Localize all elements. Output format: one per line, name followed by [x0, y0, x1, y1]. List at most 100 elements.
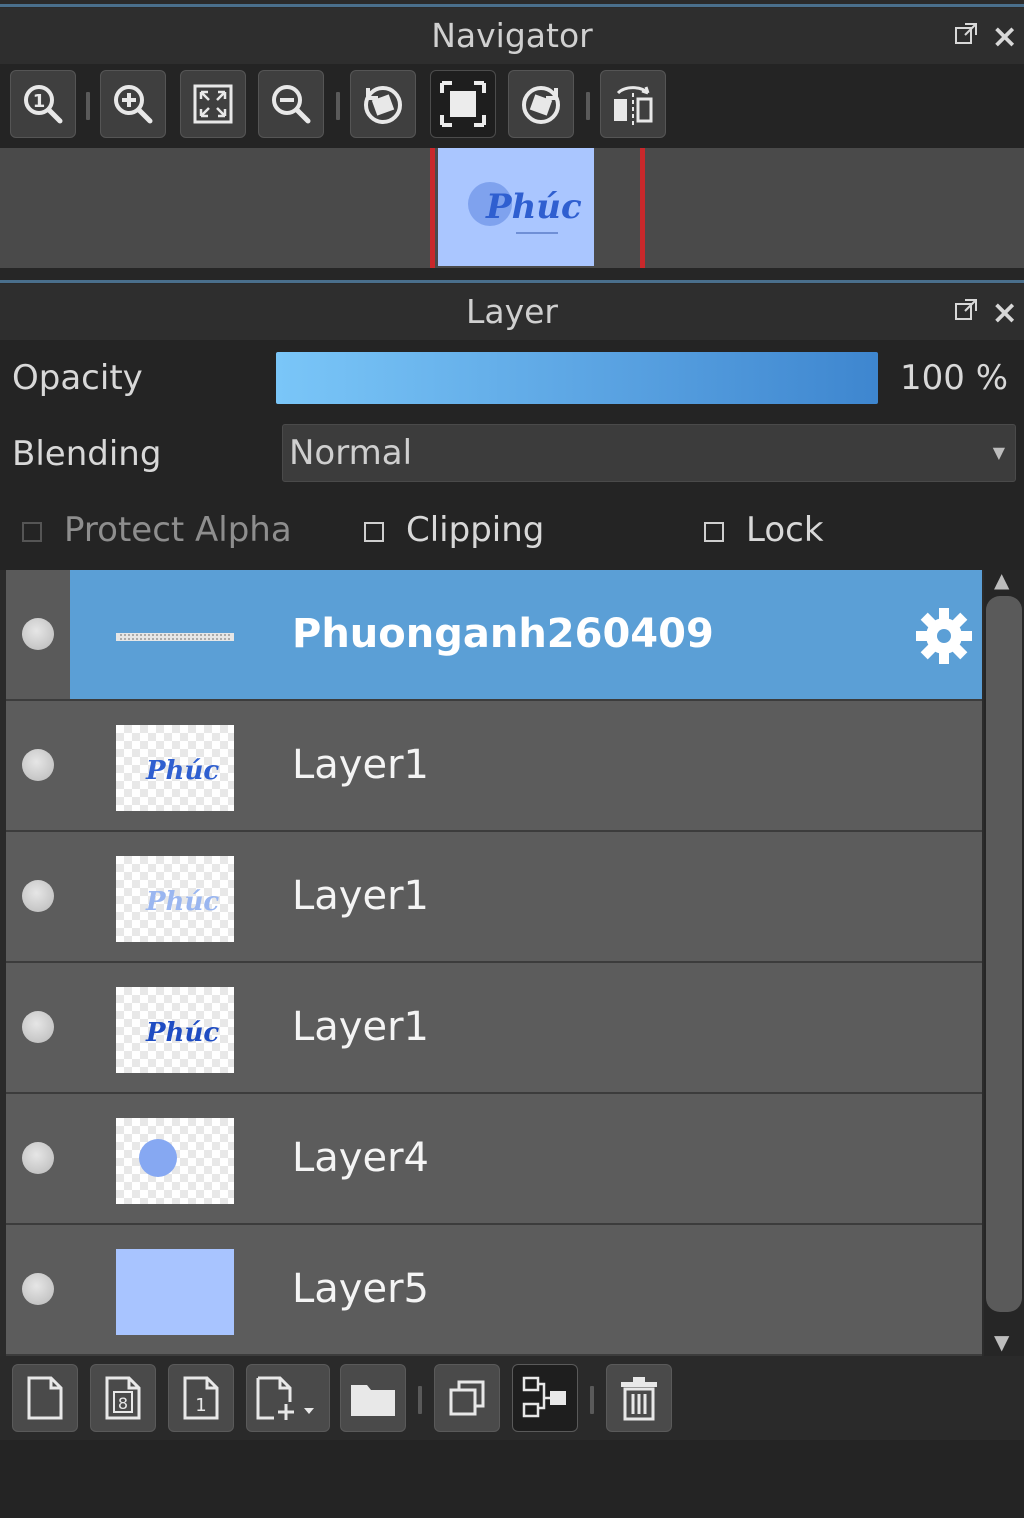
opacity-label: Opacity	[12, 358, 143, 398]
reset-rotation-button[interactable]	[430, 70, 496, 138]
clipping-label: Clipping	[406, 510, 545, 550]
layer-row[interactable]: Layer5	[6, 1225, 982, 1356]
svg-text:Phúc: Phúc	[485, 187, 582, 227]
svg-text:1: 1	[195, 1395, 206, 1416]
layer-thumbnail	[116, 1118, 234, 1204]
layer-row[interactable]: Phúc Layer1	[6, 963, 982, 1094]
layer-name: Layer1	[292, 742, 429, 788]
blending-value: Normal	[289, 433, 413, 473]
toolbar-separator	[586, 92, 590, 120]
protect-alpha-checkbox[interactable]	[22, 522, 42, 542]
lock-checkbox[interactable]	[704, 522, 724, 542]
visibility-toggle[interactable]	[22, 749, 54, 781]
visibility-toggle[interactable]	[22, 1273, 54, 1305]
chevron-down-icon: ▼	[992, 443, 1005, 462]
layer-header: Layer ×	[0, 284, 1024, 340]
navigator-header: Navigator ×	[0, 8, 1024, 64]
svg-text:Phúc: Phúc	[145, 887, 219, 917]
opacity-slider[interactable]	[276, 352, 878, 404]
visibility-toggle[interactable]	[22, 1011, 54, 1043]
scroll-down-icon[interactable]: ▼	[994, 1330, 1009, 1354]
zoom-out-button[interactable]	[258, 70, 324, 138]
toolbar-separator	[86, 92, 90, 120]
toolbar-separator	[418, 1386, 422, 1414]
svg-text:Phúc: Phúc	[145, 756, 219, 786]
new-folder-icon	[351, 1385, 395, 1416]
navigator-preview[interactable]: Phúc	[0, 148, 1024, 268]
add-layer-menu-button[interactable]	[246, 1364, 330, 1432]
flip-horizontal-button[interactable]	[600, 70, 666, 138]
layer-thumbnail: Phúc	[116, 987, 234, 1073]
new-1bit-layer-icon: 1	[183, 1376, 219, 1420]
layer-row[interactable]: Layer4	[6, 1094, 982, 1225]
layer-thumbnail: Phúc	[116, 856, 234, 942]
layer-name: Phuonganh260409	[292, 611, 714, 657]
delete-layer-button[interactable]	[606, 1364, 672, 1432]
blending-select[interactable]: Normal ▼	[282, 424, 1016, 482]
svg-text:Phúc: Phúc	[145, 1018, 219, 1048]
fit-view-button[interactable]	[180, 70, 246, 138]
blending-label: Blending	[12, 434, 162, 474]
reset-rotation-icon	[440, 81, 486, 127]
layer-thumbnail: Phúc	[116, 725, 234, 811]
new-1bit-layer-button[interactable]: 1	[168, 1364, 234, 1432]
merge-down-button[interactable]	[512, 1364, 578, 1432]
toolbar-separator	[590, 1386, 594, 1414]
visibility-column	[6, 1225, 70, 1354]
zoom-out-icon	[272, 85, 311, 124]
zoom-actual-button[interactable]: 1	[10, 70, 76, 138]
delete-layer-icon	[621, 1377, 657, 1421]
layer-name: Layer4	[292, 1135, 429, 1181]
layer-row[interactable]: Phúc Layer1	[6, 701, 982, 832]
layer-row[interactable]: Phúc Layer1	[6, 832, 982, 963]
svg-text:8: 8	[118, 1394, 128, 1413]
layer-name: Layer5	[292, 1266, 429, 1312]
popout-icon[interactable]	[953, 21, 979, 52]
canvas-thumbnail: Phúc	[438, 148, 594, 266]
visibility-column	[6, 701, 70, 830]
new-8bit-layer-button[interactable]: 8	[90, 1364, 156, 1432]
view-frame-left	[430, 148, 435, 268]
gear-icon[interactable]	[912, 604, 976, 668]
navigator-toolbar: 1	[0, 64, 1024, 148]
rotate-right-icon	[522, 86, 560, 124]
layer-bottom-toolbar: 8 1	[0, 1356, 1024, 1440]
close-icon[interactable]: ×	[991, 20, 1018, 52]
duplicate-layer-icon	[449, 1380, 485, 1416]
new-8bit-layer-icon: 8	[105, 1376, 141, 1420]
layer-panel-title: Layer	[465, 292, 558, 331]
navigator-title: Navigator	[431, 16, 593, 55]
new-layer-icon	[27, 1376, 63, 1420]
zoom-actual-icon: 1	[24, 85, 63, 124]
new-layer-button[interactable]	[12, 1364, 78, 1432]
duplicate-layer-button[interactable]	[434, 1364, 500, 1432]
layer-name: Layer1	[292, 873, 429, 919]
layer-properties: Opacity 100 % Blending Normal ▼ Protect …	[0, 340, 1024, 570]
visibility-column	[6, 570, 70, 699]
fit-view-icon	[193, 84, 233, 124]
visibility-toggle[interactable]	[22, 1142, 54, 1174]
zoom-in-icon	[114, 85, 153, 124]
close-icon[interactable]: ×	[991, 296, 1018, 328]
scroll-up-icon[interactable]: ▲	[994, 568, 1009, 592]
rotate-left-button[interactable]	[350, 70, 416, 138]
visibility-toggle[interactable]	[22, 880, 54, 912]
scrollbar-thumb[interactable]	[986, 596, 1022, 1312]
zoom-in-button[interactable]	[100, 70, 166, 138]
rotate-left-icon	[364, 86, 402, 124]
layer-name: Layer1	[292, 1004, 429, 1050]
svg-text:1: 1	[33, 91, 46, 112]
popout-icon[interactable]	[953, 297, 979, 328]
protect-alpha-label: Protect Alpha	[64, 510, 292, 550]
clipping-checkbox[interactable]	[364, 522, 384, 542]
layer-row[interactable]: Phuonganh260409	[6, 570, 982, 701]
rotate-right-button[interactable]	[508, 70, 574, 138]
layer-thumbnail	[116, 1249, 234, 1335]
visibility-column	[6, 963, 70, 1092]
visibility-toggle[interactable]	[22, 618, 54, 650]
navigator-top-accent	[0, 4, 1024, 7]
visibility-column	[6, 832, 70, 961]
layer-top-accent	[0, 280, 1024, 283]
new-folder-button[interactable]	[340, 1364, 406, 1432]
opacity-value: 100 %	[900, 358, 1009, 398]
